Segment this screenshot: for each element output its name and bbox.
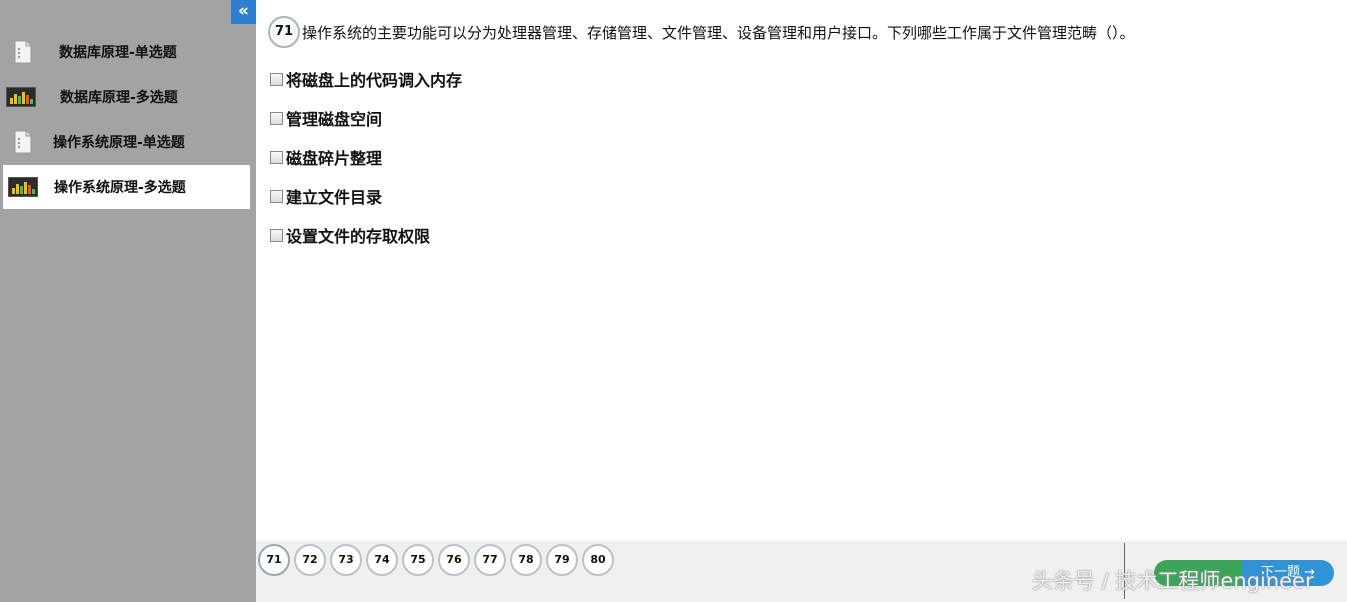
sidebar: « 数据库原理-单选题 数据库原理-多选题 操作系统原理-单选题 操作系统原理-… bbox=[0, 0, 256, 602]
checkbox[interactable] bbox=[270, 111, 283, 125]
next-button[interactable]: 下一题 → bbox=[1242, 560, 1334, 586]
page-button-76[interactable]: 76 bbox=[438, 544, 470, 576]
bottom-bar: 71 72 73 74 75 76 77 78 79 80 下一题 → 头条号 … bbox=[256, 541, 1347, 602]
question-text: 操作系统的主要功能可以分为处理器管理、存储管理、文件管理、设备管理和用户接口。下… bbox=[302, 24, 1135, 42]
sidebar-item-label: 操作系统原理-多选题 bbox=[54, 180, 186, 196]
sidebar-item-db-single[interactable]: 数据库原理-单选题 bbox=[3, 30, 250, 74]
question-panel: 71 操作系统的主要功能可以分为处理器管理、存储管理、文件管理、设备管理和用户接… bbox=[256, 0, 1347, 541]
page-button-80[interactable]: 80 bbox=[582, 544, 614, 576]
exam-app: « 数据库原理-单选题 数据库原理-多选题 操作系统原理-单选题 操作系统原理-… bbox=[0, 0, 1347, 602]
sidebar-item-label: 数据库原理-多选题 bbox=[60, 90, 178, 106]
sidebar-item-os-single[interactable]: 操作系统原理-单选题 bbox=[3, 120, 250, 164]
sidebar-item-db-multi[interactable]: 数据库原理-多选题 bbox=[3, 75, 250, 119]
option-1[interactable]: 将磁盘上的代码调入内存 bbox=[270, 68, 462, 90]
checkbox[interactable] bbox=[270, 72, 283, 86]
option-2[interactable]: 管理磁盘空间 bbox=[270, 107, 382, 129]
equalizer-icon bbox=[6, 84, 36, 110]
option-label: 将磁盘上的代码调入内存 bbox=[286, 71, 463, 90]
equalizer-icon bbox=[8, 174, 38, 200]
sidebar-item-os-multi[interactable]: 操作系统原理-多选题 bbox=[3, 165, 250, 209]
document-icon bbox=[8, 39, 38, 65]
previous-button[interactable] bbox=[1154, 560, 1242, 586]
option-4[interactable]: 建立文件目录 bbox=[270, 185, 382, 207]
option-5[interactable]: 设置文件的存取权限 bbox=[270, 224, 430, 246]
page-button-78[interactable]: 78 bbox=[510, 544, 542, 576]
nav-buttons: 下一题 → bbox=[1154, 560, 1334, 586]
page-button-72[interactable]: 72 bbox=[294, 544, 326, 576]
question-pager: 71 72 73 74 75 76 77 78 79 80 bbox=[258, 544, 618, 576]
page-button-77[interactable]: 77 bbox=[474, 544, 506, 576]
option-label: 管理磁盘空间 bbox=[286, 110, 383, 129]
checkbox[interactable] bbox=[270, 189, 283, 203]
page-button-73[interactable]: 73 bbox=[330, 544, 362, 576]
collapse-sidebar-button[interactable]: « bbox=[231, 0, 256, 24]
checkbox[interactable] bbox=[270, 150, 283, 164]
option-label: 建立文件目录 bbox=[286, 188, 383, 207]
option-label: 磁盘碎片整理 bbox=[286, 149, 383, 168]
sidebar-item-label: 操作系统原理-单选题 bbox=[53, 135, 185, 151]
option-label: 设置文件的存取权限 bbox=[286, 227, 431, 246]
sidebar-item-label: 数据库原理-单选题 bbox=[59, 45, 177, 61]
divider bbox=[1124, 543, 1125, 599]
option-3[interactable]: 磁盘碎片整理 bbox=[270, 146, 382, 168]
page-button-79[interactable]: 79 bbox=[546, 544, 578, 576]
checkbox[interactable] bbox=[270, 228, 283, 242]
page-button-71[interactable]: 71 bbox=[258, 544, 290, 576]
question-number-badge: 71 bbox=[268, 16, 300, 48]
page-button-74[interactable]: 74 bbox=[366, 544, 398, 576]
document-icon bbox=[8, 129, 38, 155]
page-button-75[interactable]: 75 bbox=[402, 544, 434, 576]
